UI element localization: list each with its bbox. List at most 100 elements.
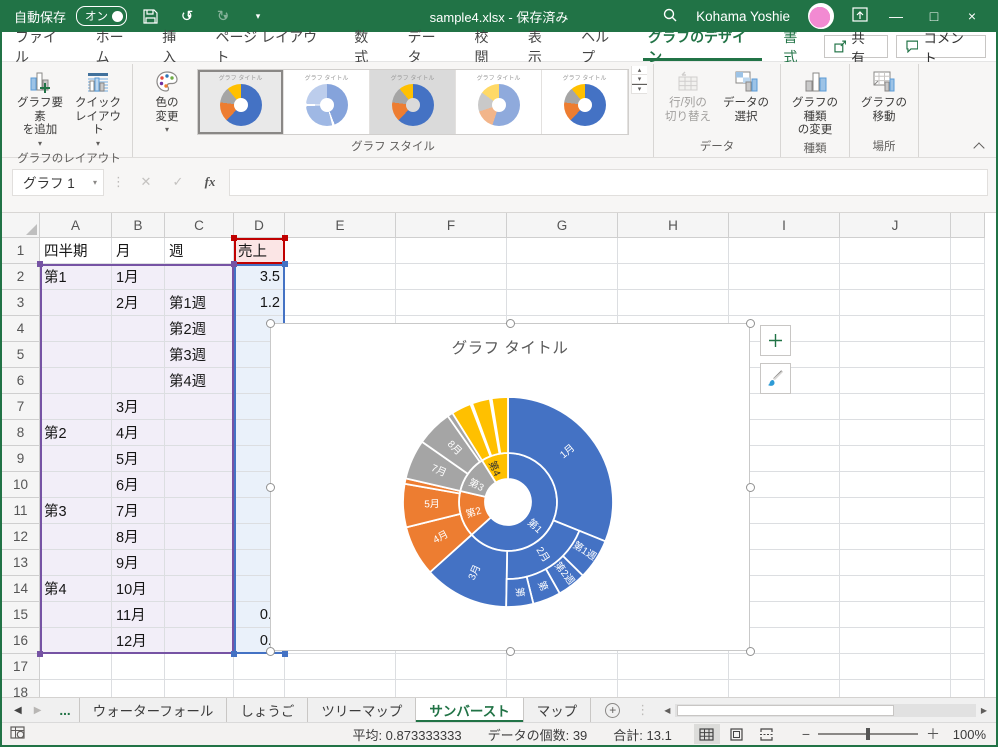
cell-G2[interactable] bbox=[507, 264, 618, 290]
cell-undefined13[interactable] bbox=[951, 550, 985, 576]
row-header-9[interactable]: 9 bbox=[2, 446, 40, 472]
ribbon-tab-8[interactable]: ヘルプ bbox=[568, 32, 635, 61]
cell-A17[interactable] bbox=[40, 654, 112, 680]
column-header-D[interactable]: D bbox=[234, 213, 285, 238]
column-header-A[interactable]: A bbox=[40, 213, 112, 238]
name-box-dropdown-icon[interactable]: ▾ bbox=[93, 178, 103, 187]
ribbon-tab-0[interactable]: ファイル bbox=[2, 32, 83, 61]
cell-B11[interactable]: 7月 bbox=[112, 498, 165, 524]
cell-undefined16[interactable] bbox=[951, 628, 985, 654]
ribbon-tab-4[interactable]: 数式 bbox=[341, 32, 394, 61]
cell-E18[interactable] bbox=[285, 680, 396, 697]
cell-D18[interactable] bbox=[234, 680, 285, 697]
cell-D2[interactable]: 3.5 bbox=[234, 264, 285, 290]
cell-H2[interactable] bbox=[618, 264, 729, 290]
move-chart-button[interactable]: グラフの 移動 bbox=[856, 66, 912, 124]
sheet-tab-1[interactable]: ウォーターフォール bbox=[80, 698, 228, 722]
ribbon-tab-10[interactable]: 書式 bbox=[770, 32, 823, 61]
name-box[interactable]: グラフ 1 ▾ bbox=[12, 169, 104, 196]
minimize-button[interactable]: — bbox=[886, 8, 906, 24]
maximize-button[interactable]: □ bbox=[924, 8, 944, 24]
cell-H18[interactable] bbox=[618, 680, 729, 697]
row-header-12[interactable]: 12 bbox=[2, 524, 40, 550]
ribbon-tab-2[interactable]: 挿入 bbox=[149, 32, 202, 61]
zoom-in-button[interactable]: ＋ bbox=[926, 724, 940, 744]
cell-C17[interactable] bbox=[165, 654, 234, 680]
cell-H17[interactable] bbox=[618, 654, 729, 680]
cell-A14[interactable]: 第4 bbox=[40, 576, 112, 602]
cell-D1[interactable]: 売上 bbox=[234, 238, 285, 264]
column-header-B[interactable]: B bbox=[112, 213, 165, 238]
cell-B13[interactable]: 9月 bbox=[112, 550, 165, 576]
cell-F3[interactable] bbox=[396, 290, 507, 316]
cell-J12[interactable] bbox=[840, 524, 951, 550]
cell-B9[interactable]: 5月 bbox=[112, 446, 165, 472]
page-break-view-button[interactable] bbox=[754, 724, 780, 744]
cell-B8[interactable]: 4月 bbox=[112, 420, 165, 446]
row-header-14[interactable]: 14 bbox=[2, 576, 40, 602]
cell-F1[interactable] bbox=[396, 238, 507, 264]
cell-undefined18[interactable] bbox=[951, 680, 985, 697]
cell-J8[interactable] bbox=[840, 420, 951, 446]
horizontal-scrollbar[interactable]: ◀ ▶ bbox=[659, 698, 996, 722]
undo-button[interactable]: ↺▾ bbox=[173, 5, 199, 27]
column-header-E[interactable]: E bbox=[285, 213, 396, 238]
cell-F2[interactable] bbox=[396, 264, 507, 290]
cell-C14[interactable] bbox=[165, 576, 234, 602]
chart-resize-handle[interactable] bbox=[746, 647, 755, 656]
row-header-11[interactable]: 11 bbox=[2, 498, 40, 524]
ribbon-tab-9[interactable]: グラフのデザイン bbox=[635, 32, 770, 61]
select-all-button[interactable] bbox=[2, 213, 40, 238]
row-header-4[interactable]: 4 bbox=[2, 316, 40, 342]
column-header-J[interactable]: J bbox=[840, 213, 951, 238]
row-header-7[interactable]: 7 bbox=[2, 394, 40, 420]
insert-function-icon[interactable]: fx bbox=[197, 174, 223, 190]
cell-B1[interactable]: 月 bbox=[112, 238, 165, 264]
cell-A9[interactable] bbox=[40, 446, 112, 472]
cell-C4[interactable]: 第2週 bbox=[165, 316, 234, 342]
cell-E3[interactable] bbox=[285, 290, 396, 316]
cell-G1[interactable] bbox=[507, 238, 618, 264]
cell-B10[interactable]: 6月 bbox=[112, 472, 165, 498]
cell-C1[interactable]: 週 bbox=[165, 238, 234, 264]
chart-style-thumbnail-4[interactable]: グラフ タイトル bbox=[456, 70, 542, 134]
chart-resize-handle[interactable] bbox=[506, 647, 515, 656]
cell-C11[interactable] bbox=[165, 498, 234, 524]
column-header-G[interactable]: G bbox=[507, 213, 618, 238]
cell-A5[interactable] bbox=[40, 342, 112, 368]
ribbon-display-options-icon[interactable] bbox=[852, 7, 868, 25]
cell-I18[interactable] bbox=[729, 680, 840, 697]
share-button[interactable]: 共有 bbox=[824, 35, 888, 58]
row-header-2[interactable]: 2 bbox=[2, 264, 40, 290]
row-header-18[interactable]: 18 bbox=[2, 680, 40, 697]
row-header-17[interactable]: 17 bbox=[2, 654, 40, 680]
next-sheet-icon[interactable]: ▶ bbox=[34, 705, 42, 716]
user-name[interactable]: Kohama Yoshie bbox=[696, 9, 790, 24]
row-header-16[interactable]: 16 bbox=[2, 628, 40, 654]
prev-sheet-icon[interactable]: ◀ bbox=[14, 705, 22, 716]
comments-button[interactable]: コメント bbox=[896, 35, 986, 58]
status-count[interactable]: データの個数: 39 bbox=[488, 725, 588, 744]
cell-A7[interactable] bbox=[40, 394, 112, 420]
cell-J3[interactable] bbox=[840, 290, 951, 316]
cell-C3[interactable]: 第1週 bbox=[165, 290, 234, 316]
normal-view-button[interactable] bbox=[694, 724, 720, 744]
ribbon-tab-1[interactable]: ホーム bbox=[83, 32, 150, 61]
cell-A11[interactable]: 第3 bbox=[40, 498, 112, 524]
row-header-15[interactable]: 15 bbox=[2, 602, 40, 628]
cell-J11[interactable] bbox=[840, 498, 951, 524]
row-header-10[interactable]: 10 bbox=[2, 472, 40, 498]
zoom-slider-thumb[interactable] bbox=[866, 728, 870, 740]
cell-C7[interactable] bbox=[165, 394, 234, 420]
sheet-tab-4-active[interactable]: サンバースト bbox=[416, 698, 523, 722]
gallery-scroll-down-icon[interactable]: ▾ bbox=[632, 75, 647, 84]
cell-C15[interactable] bbox=[165, 602, 234, 628]
cell-G3[interactable] bbox=[507, 290, 618, 316]
chart-resize-handle[interactable] bbox=[746, 483, 755, 492]
cell-undefined7[interactable] bbox=[951, 394, 985, 420]
cell-C6[interactable]: 第4週 bbox=[165, 368, 234, 394]
cell-J5[interactable] bbox=[840, 342, 951, 368]
cell-G18[interactable] bbox=[507, 680, 618, 697]
cell-J10[interactable] bbox=[840, 472, 951, 498]
cell-J6[interactable] bbox=[840, 368, 951, 394]
